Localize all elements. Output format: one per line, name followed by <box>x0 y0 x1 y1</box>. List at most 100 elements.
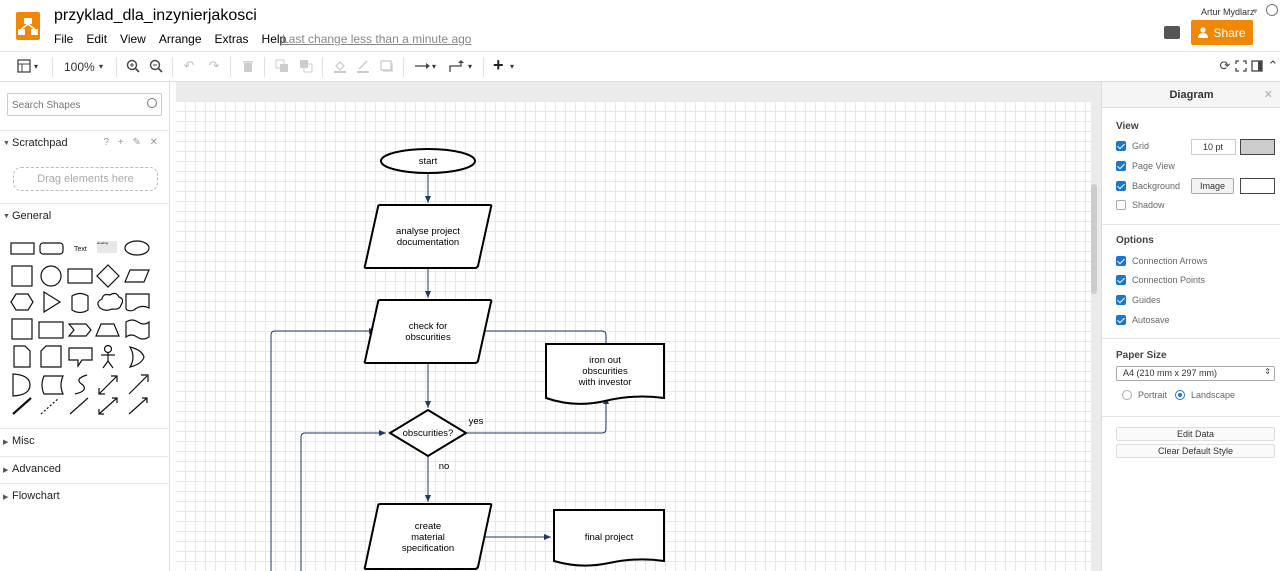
shape-ellipse[interactable] <box>124 240 150 256</box>
shape-step[interactable] <box>67 323 92 337</box>
connection-dropdown-icon[interactable]: ▾ <box>432 62 436 71</box>
shadow-icon[interactable] <box>380 59 394 73</box>
shape-line[interactable] <box>69 397 89 415</box>
shape-circle[interactable] <box>40 265 62 287</box>
to-front-icon[interactable] <box>275 59 289 73</box>
misc-header[interactable]: ▶ Misc <box>0 428 170 453</box>
menu-edit[interactable]: Edit <box>86 32 107 46</box>
shape-bidirectional-arrow[interactable] <box>98 375 118 395</box>
shape-text[interactable]: Text <box>74 246 87 253</box>
insert-dropdown-icon[interactable]: ▾ <box>510 62 514 71</box>
shape-card[interactable] <box>40 345 62 368</box>
shape-note[interactable] <box>13 345 31 368</box>
connection-arrows-checkbox[interactable]: Connection Arrows <box>1116 256 1208 266</box>
edit-data-button[interactable]: Edit Data <box>1116 427 1275 441</box>
landscape-radio[interactable]: Landscape <box>1175 390 1235 400</box>
shape-square[interactable] <box>11 265 33 287</box>
checkbox-checked-icon[interactable] <box>1116 295 1126 305</box>
checkbox-unchecked-icon[interactable] <box>1116 200 1126 210</box>
background-checkbox[interactable]: Background <box>1116 181 1180 191</box>
advanced-header[interactable]: ▶ Advanced <box>0 456 170 481</box>
shape-connector-bidirectional[interactable] <box>98 397 118 415</box>
checkbox-checked-icon[interactable] <box>1116 315 1126 325</box>
line-color-icon[interactable] <box>356 59 370 73</box>
general-header[interactable]: ▼ General <box>0 203 170 228</box>
format-dropdown-icon[interactable]: ▾ <box>34 62 38 71</box>
portrait-radio[interactable]: Portrait <box>1122 390 1167 400</box>
shape-rectangle[interactable] <box>10 242 35 255</box>
shape-parallelogram[interactable] <box>124 269 150 283</box>
zoom-dropdown-icon[interactable]: ▾ <box>99 62 103 71</box>
user-name[interactable]: Artur Mydlarz <box>1201 7 1255 17</box>
fullscreen-icon[interactable] <box>1234 59 1248 73</box>
drawio-logo-icon[interactable] <box>16 12 40 40</box>
edge-loop-to-check[interactable] <box>270 328 376 571</box>
diagram-page[interactable]: start analyse project documentation chec… <box>176 102 1091 571</box>
shape-or[interactable] <box>128 346 145 368</box>
shape-swimlane[interactable] <box>11 318 33 340</box>
insert-plus-icon[interactable]: + <box>493 55 504 76</box>
scratchpad-header[interactable]: ▼ Scratchpad ? + ✎ ✕ <box>0 130 170 155</box>
waypoints-dropdown-icon[interactable]: ▾ <box>468 62 472 71</box>
checkbox-checked-icon[interactable] <box>1116 181 1126 191</box>
vertical-scrollbar[interactable] <box>1091 184 1097 294</box>
waypoints-icon[interactable] <box>448 59 466 73</box>
grid-checkbox[interactable]: Grid <box>1116 141 1149 151</box>
user-menu-caret-icon[interactable]: ▾ <box>1253 6 1258 17</box>
radio-unselected-icon[interactable] <box>1122 390 1132 400</box>
shape-diamond[interactable] <box>96 264 120 288</box>
menu-file[interactable]: File <box>54 32 73 46</box>
scratchpad-dropzone[interactable]: Drag elements here <box>13 167 158 191</box>
checkbox-checked-icon[interactable] <box>1116 141 1126 151</box>
checkbox-checked-icon[interactable] <box>1116 161 1126 171</box>
globe-icon[interactable] <box>1266 4 1278 16</box>
shape-cloud[interactable] <box>97 292 124 311</box>
connection-points-checkbox[interactable]: Connection Points <box>1116 275 1205 285</box>
document-title[interactable]: przyklad_dla_inzynierjakosci <box>54 7 257 25</box>
shape-process[interactable] <box>67 268 93 284</box>
delete-icon[interactable] <box>241 59 255 73</box>
zoom-level[interactable]: 100% <box>64 60 95 74</box>
scratchpad-tools[interactable]: ? + ✎ ✕ <box>104 137 162 148</box>
last-change-link[interactable]: Last change less than a minute ago <box>282 32 471 46</box>
shape-trapezoid[interactable] <box>95 323 120 337</box>
clear-default-style-button[interactable]: Clear Default Style <box>1116 444 1275 458</box>
shadow-checkbox[interactable]: Shadow <box>1116 200 1165 210</box>
checkbox-checked-icon[interactable] <box>1116 256 1126 266</box>
search-icon[interactable] <box>147 98 157 108</box>
shape-cylinder[interactable] <box>71 292 89 314</box>
connection-style-icon[interactable] <box>414 59 432 73</box>
shape-curve[interactable] <box>74 374 88 395</box>
close-icon[interactable]: ✕ <box>1264 88 1273 101</box>
shape-delay[interactable] <box>12 373 31 397</box>
fill-color-icon[interactable] <box>333 59 347 73</box>
diagram-canvas[interactable]: start analyse project documentation chec… <box>176 82 1101 571</box>
menu-extras[interactable]: Extras <box>215 32 249 46</box>
shape-hexagon[interactable] <box>10 293 34 311</box>
to-back-icon[interactable] <box>299 59 313 73</box>
autosave-checkbox[interactable]: Autosave <box>1116 315 1170 325</box>
page-view-checkbox[interactable]: Page View <box>1116 161 1175 171</box>
shape-callout[interactable] <box>68 347 93 368</box>
refresh-icon[interactable]: ⟳ <box>1218 59 1232 73</box>
grid-color-swatch[interactable] <box>1240 139 1275 155</box>
background-color-swatch[interactable] <box>1240 178 1275 194</box>
checkbox-checked-icon[interactable] <box>1116 275 1126 285</box>
shape-document[interactable] <box>125 293 150 312</box>
guides-checkbox[interactable]: Guides <box>1116 295 1161 305</box>
shape-line-dashed[interactable] <box>40 397 60 415</box>
comment-icon[interactable] <box>1164 26 1180 39</box>
undo-icon[interactable]: ↶ <box>182 59 196 73</box>
shape-line-double[interactable] <box>12 397 32 415</box>
shape-arrow[interactable] <box>128 374 149 395</box>
shape-triangle[interactable] <box>43 290 62 314</box>
flowchart-header[interactable]: ▶ Flowchart <box>0 483 170 508</box>
format-toggle-icon[interactable] <box>1250 59 1264 73</box>
zoom-in-icon[interactable] <box>126 59 140 73</box>
shape-connector[interactable] <box>128 397 148 415</box>
grid-size-input[interactable]: 10 pt <box>1191 139 1236 155</box>
search-input[interactable] <box>12 95 142 115</box>
format-panel-icon[interactable] <box>17 59 31 73</box>
shape-actor[interactable] <box>101 344 115 369</box>
paper-size-select[interactable]: A4 (210 mm x 297 mm) ⇕ <box>1116 366 1275 381</box>
